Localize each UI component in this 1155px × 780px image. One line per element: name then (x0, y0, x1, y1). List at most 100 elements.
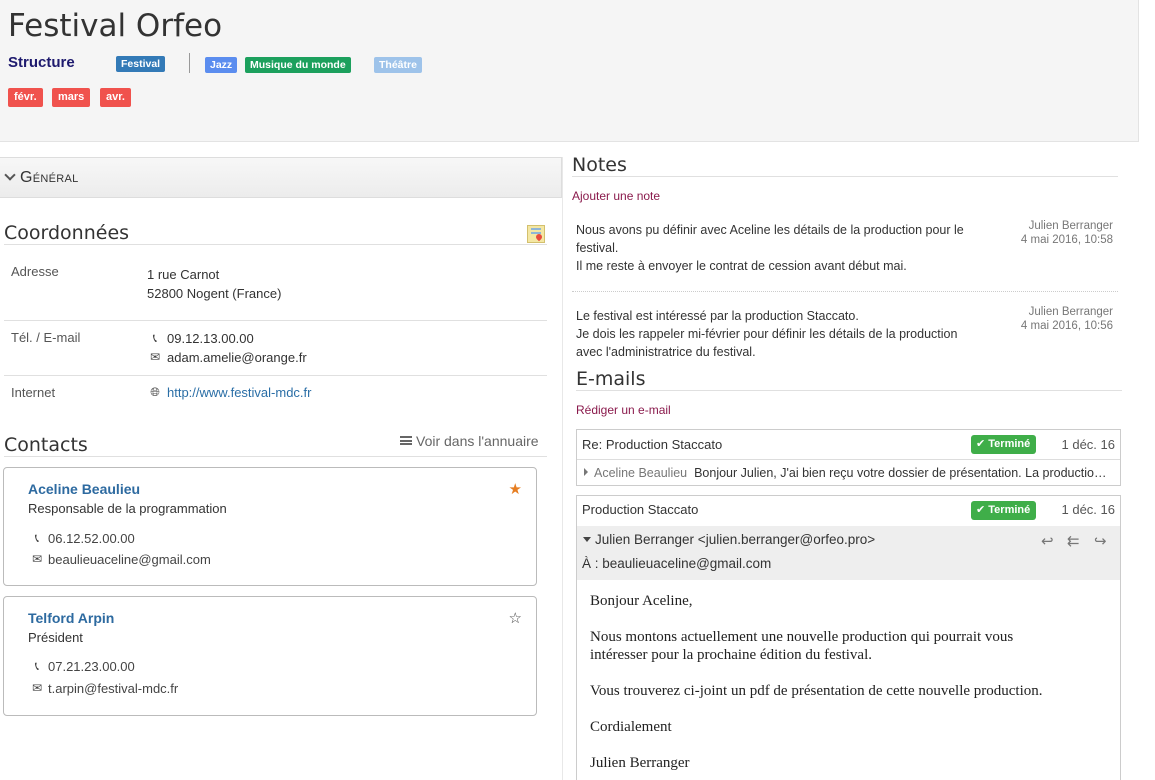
structure-label: Structure (8, 54, 75, 71)
genre-tag-musique-du-monde[interactable]: Musique du monde (245, 57, 351, 73)
note-line: avec l'administratrice du festival. (576, 345, 756, 359)
email-thread[interactable]: Re: Production Staccato ✔ Terminé 1 déc.… (576, 429, 1121, 486)
contact-phone[interactable]: 06.12.52.00.00 (48, 531, 135, 546)
email-body-line: Nous montons actuellement une nouvelle p… (590, 629, 1014, 645)
envelope-icon: ✉ (31, 681, 43, 695)
divider (4, 244, 547, 245)
tag-divider (189, 53, 190, 73)
address-label: Adresse (11, 264, 59, 279)
preview-text: Bonjour Julien, J'ai bien reçu votre dos… (694, 466, 1107, 480)
internet-label: Internet (11, 385, 56, 400)
emails-heading: E-mails (576, 368, 646, 390)
email-subject[interactable]: Re: Production Staccato (582, 437, 722, 452)
contacts-heading: Contacts (4, 434, 88, 456)
email-body-line: Julien Berranger (590, 755, 690, 771)
email-thread[interactable]: Production Staccato ✔ Terminé 1 déc. 16 … (576, 495, 1121, 780)
note-item: Le festival est intéressé par la product… (576, 307, 996, 361)
note-date: 4 mai 2016, 10:58 (1020, 234, 1113, 246)
preview-sender: Aceline Beaulieu (594, 466, 688, 480)
contact-card[interactable]: Aceline Beaulieu ★ Responsable de la pro… (3, 467, 537, 586)
contact-name[interactable]: Telford Arpin (28, 610, 114, 626)
contact-role: Responsable de la programmation (28, 501, 227, 516)
divider (572, 176, 1118, 177)
divider (4, 320, 547, 321)
website-link[interactable]: http://www.festival-mdc.fr (167, 385, 311, 400)
phone-value[interactable]: 09.12.13.00.00 (167, 331, 254, 346)
directory-link[interactable]: Voir dans l'annuaire (400, 433, 539, 449)
email-from[interactable]: Julien Berranger <julien.berranger@orfeo… (582, 532, 875, 547)
month-tag-avr[interactable]: avr. (100, 88, 131, 107)
genre-tag-jazz[interactable]: Jazz (205, 57, 238, 73)
note-meta: Julien Berranger 4 mai 2016, 10:56 (1021, 305, 1113, 333)
coordonnees-heading: Coordonnées (4, 222, 130, 244)
chevron-down-icon (4, 169, 16, 181)
email-to: À : beaulieuaceline@gmail.com (582, 556, 772, 571)
star-filled-icon[interactable]: ★ (509, 480, 522, 498)
genre-tag-theatre[interactable]: Théâtre (374, 57, 422, 73)
address-line1: 1 rue Carnot (147, 267, 220, 282)
envelope-icon: ✉ (31, 552, 43, 566)
contact-email[interactable]: beaulieuaceline@gmail.com (48, 552, 211, 567)
contact-card[interactable]: Telford Arpin ☆ Président 📞︎ 07.21.23.00… (3, 596, 537, 716)
divider (576, 390, 1122, 391)
note-line: Il me reste à envoyer le contrat de cess… (576, 259, 907, 273)
address-line2: 52800 Nogent (France) (147, 286, 282, 301)
email-from-value: Julien Berranger <julien.berranger@orfeo… (595, 532, 876, 547)
list-icon (400, 436, 412, 445)
contact-name[interactable]: Aceline Beaulieu (28, 481, 140, 497)
email-preview[interactable]: Aceline Beaulieu Bonjour Julien, J'ai bi… (582, 466, 1107, 480)
page-header: Festival Orfeo Structure Festival Jazz M… (0, 0, 1139, 142)
column-divider (562, 157, 563, 780)
divider (4, 456, 547, 457)
note-author: Julien Berranger (1028, 220, 1113, 232)
status-badge-label: Terminé (988, 504, 1031, 516)
reply-icon[interactable]: ↩ (1041, 532, 1054, 550)
note-item: Nous avons pu définir avec Aceline les d… (576, 221, 996, 275)
contact-phone[interactable]: 07.21.23.00.00 (48, 659, 135, 674)
reply-all-icon[interactable]: ⇇ (1067, 532, 1080, 550)
email-body-line: Bonjour Aceline, (590, 593, 693, 609)
phone-icon: 📞︎ (34, 531, 40, 545)
caret-right-icon (584, 468, 588, 476)
status-badge-label: Terminé (988, 438, 1031, 450)
type-tag[interactable]: Festival (116, 56, 166, 72)
status-badge: ✔ Terminé (971, 435, 1037, 454)
email-date: 1 déc. 16 (1061, 437, 1116, 452)
general-section-toggle[interactable]: Général (0, 157, 562, 198)
email-value[interactable]: adam.amelie@orange.fr (167, 350, 307, 365)
contact-role: Président (28, 630, 83, 645)
month-tag-fevr[interactable]: févr. (8, 88, 43, 107)
email-body-line: Vous trouverez ci-joint un pdf de présen… (590, 683, 1043, 699)
notes-heading: Notes (572, 154, 627, 176)
caret-down-icon (583, 537, 591, 542)
compose-email-link[interactable]: Rédiger un e-mail (576, 403, 671, 417)
star-empty-icon[interactable]: ☆ (509, 609, 522, 627)
note-meta: Julien Berranger 4 mai 2016, 10:58 (1021, 219, 1113, 247)
page-title: Festival Orfeo (8, 8, 223, 44)
tel-email-label: Tél. / E-mail (11, 330, 81, 345)
note-line: Je dois les rappeler mi-février pour déf… (576, 327, 958, 341)
email-body-line: intéresser pour la prochaine édition du … (590, 647, 872, 663)
envelope-icon: ✉ (149, 350, 161, 364)
note-date: 4 mai 2016, 10:56 (1020, 320, 1113, 332)
note-line: Le festival est intéressé par la product… (576, 309, 859, 323)
map-icon[interactable] (527, 225, 545, 243)
email-subject[interactable]: Production Staccato (582, 502, 698, 517)
note-line: festival. (576, 241, 619, 255)
note-divider (572, 291, 1118, 292)
email-header: Julien Berranger <julien.berranger@orfeo… (577, 526, 1120, 580)
divider (577, 459, 1120, 460)
forward-icon[interactable]: ↪ (1094, 532, 1107, 550)
phone-icon: 📞︎ (34, 659, 40, 673)
email-body-line: Cordialement (590, 719, 672, 735)
divider (4, 375, 547, 376)
note-line: Nous avons pu définir avec Aceline les d… (576, 223, 964, 237)
add-note-link[interactable]: Ajouter une note (572, 189, 660, 203)
status-badge: ✔ Terminé (971, 501, 1037, 520)
directory-link-label: Voir dans l'annuaire (416, 433, 539, 449)
email-date: 1 déc. 16 (1061, 502, 1116, 517)
note-author: Julien Berranger (1028, 306, 1113, 318)
phone-icon: 📞︎ (152, 331, 158, 345)
month-tag-mars[interactable]: mars (52, 88, 91, 107)
contact-email[interactable]: t.arpin@festival-mdc.fr (48, 681, 178, 696)
